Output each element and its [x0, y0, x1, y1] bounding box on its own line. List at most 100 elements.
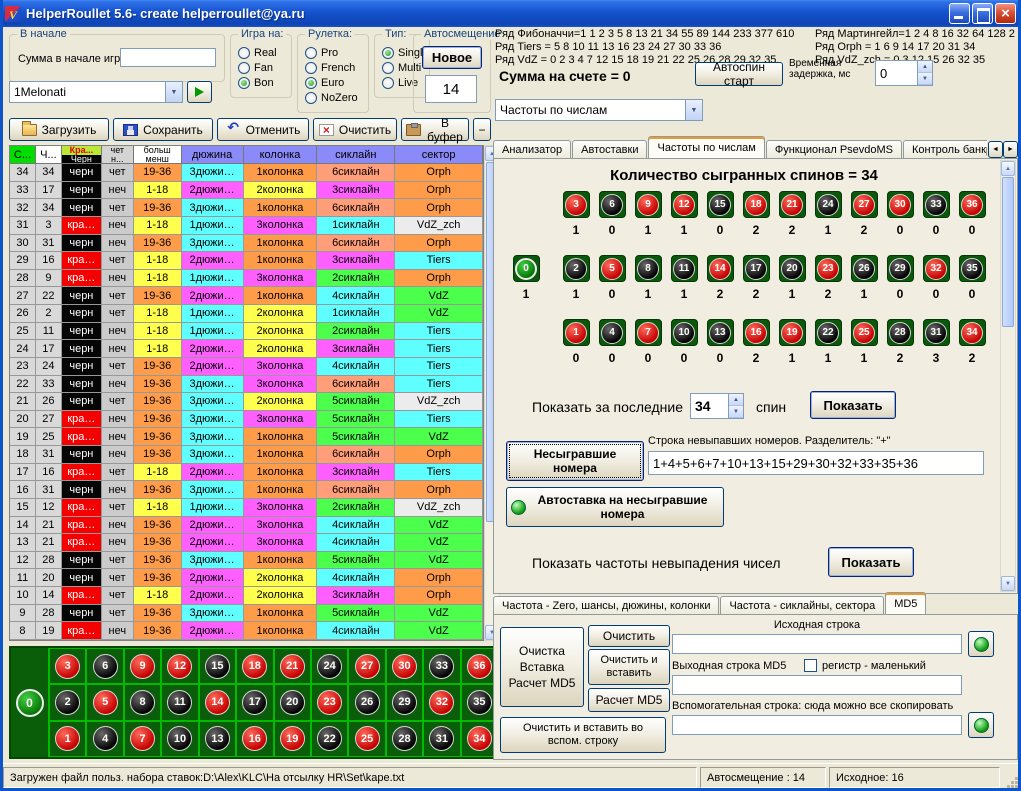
board-number-cell[interactable]: 1	[49, 721, 86, 757]
freq-cell[interactable]: 232	[810, 255, 846, 301]
table-row[interactable]: 1631черннеч19-363дюжи…1колонка6сиклайнOr…	[10, 481, 483, 499]
freq-cell[interactable]: 251	[846, 319, 882, 365]
freq-cell[interactable]: 121	[666, 191, 702, 237]
board-number-cell[interactable]: 30	[386, 648, 423, 684]
radio-nozero[interactable]: NoZero	[305, 90, 358, 105]
maximize-button[interactable]	[972, 3, 993, 24]
autobet-missed-button[interactable]: Автоставка на несыгравшие номера	[506, 487, 724, 527]
freq-cell[interactable]: 31	[558, 191, 594, 237]
show-missing-freq-button[interactable]: Показать	[828, 547, 914, 577]
table-row[interactable]: 2916кра…чет1-182дюжи…1колонка3сиклайнTie…	[10, 252, 483, 270]
chevron-down-icon[interactable]: ▼	[165, 82, 182, 102]
tab-частота-zero-шансы-дюжины-колонки[interactable]: Частота - Zero, шансы, дюжины, колонки	[493, 596, 719, 615]
freq-cell[interactable]: 320	[918, 255, 954, 301]
table-row[interactable]: 3031черннеч19-363дюжи…1колонка6сиклайнOr…	[10, 235, 483, 253]
freq-cell[interactable]: 142	[702, 255, 738, 301]
freq-cell[interactable]: 342	[954, 319, 990, 365]
freq-cell[interactable]: 50	[594, 255, 630, 301]
board-number-cell[interactable]: 28	[386, 721, 423, 757]
new-button[interactable]: Новое	[422, 46, 482, 69]
chevron-down-icon[interactable]: ▼	[685, 100, 702, 120]
tab-контроль-банкрол[interactable]: Контроль банкрол	[903, 140, 987, 159]
tab-автоставки[interactable]: Автоставки	[572, 140, 647, 159]
table-row[interactable]: 3317черннеч1-182дюжи…2колонка3сиклайнOrp…	[10, 182, 483, 200]
board-number-cell[interactable]: 14	[199, 684, 236, 720]
tab-md5[interactable]: MD5	[885, 592, 926, 615]
board-number-cell[interactable]: 17	[236, 684, 273, 720]
tab-scroll-right-button[interactable]: ►	[1003, 141, 1018, 158]
freq-cell[interactable]: 241	[810, 191, 846, 237]
board-number-cell[interactable]: 24	[311, 648, 348, 684]
freq-cell[interactable]: 313	[918, 319, 954, 365]
radio-fan[interactable]: Fan	[238, 60, 277, 75]
freq-cell[interactable]: 282	[882, 319, 918, 365]
tab-анализатор[interactable]: Анализатор	[493, 140, 571, 159]
freq-cell[interactable]: 60	[594, 191, 630, 237]
table-row[interactable]: 2324чернчет19-362дюжи…3колонка4сиклайнTi…	[10, 358, 483, 376]
freq-cell[interactable]: 70	[630, 319, 666, 365]
board-number-cell[interactable]: 15	[199, 648, 236, 684]
spin-down-icon[interactable]: ▼	[729, 406, 743, 418]
freq-cell[interactable]: 172	[738, 255, 774, 301]
table-row[interactable]: 2722чернчет19-362дюжи…1колонка4сиклайнVd…	[10, 287, 483, 305]
table-row[interactable]: 2233черннеч19-363дюжи…3колонка6сиклайнTi…	[10, 376, 483, 394]
scroll-down-icon[interactable]: ▼	[1001, 576, 1015, 591]
table-row[interactable]: 1512кра…чет1-181дюжи…3колонка2сиклайнVdZ…	[10, 499, 483, 517]
board-number-cell[interactable]: 9	[124, 648, 161, 684]
clear-aux-button[interactable]: Очистить и вставить во вспом. строку	[500, 717, 666, 753]
tab-частота-сиклайны-сектора[interactable]: Частота - сиклайны, сектора	[720, 596, 884, 615]
spinner-arrows[interactable]: ▲▼	[917, 61, 932, 85]
board-number-cell[interactable]: 6	[86, 648, 123, 684]
mode-select[interactable]: Частоты по числам ▼	[495, 99, 703, 121]
spin-up-icon[interactable]: ▲	[918, 61, 932, 73]
table-row[interactable]: 262чернчет1-181дюжи…2колонка1сиклайнVdZ	[10, 305, 483, 323]
radio-real[interactable]: Real	[238, 45, 277, 60]
board-number-cell[interactable]: 5	[86, 684, 123, 720]
table-row[interactable]: 1228чернчет19-363дюжи…1колонка5сиклайнVd…	[10, 552, 483, 570]
source-string-input[interactable]	[672, 634, 962, 654]
board-number-cell[interactable]: 10	[161, 721, 198, 757]
freq-cell[interactable]: 290	[882, 255, 918, 301]
board-number-cell[interactable]: 23	[311, 684, 348, 720]
board-number-cell[interactable]: 32	[423, 684, 460, 720]
table-row[interactable]: 289кра…неч1-181дюжи…3колонка2сиклайнOrph	[10, 270, 483, 288]
source-led-button[interactable]	[968, 631, 994, 657]
scroll-up-icon[interactable]: ▲	[1001, 161, 1015, 176]
clear-button[interactable]: Очистить	[588, 625, 670, 647]
table-row[interactable]: 1716кра…чет1-182дюжи…1колонка3сиклайнTie…	[10, 464, 483, 482]
freq-cell[interactable]: 330	[918, 191, 954, 237]
freq-cell[interactable]: 360	[954, 191, 990, 237]
table-row[interactable]: 1120чернчет19-362дюжи…2колонка4сиклайнOr…	[10, 569, 483, 587]
freq-cell[interactable]: 162	[738, 319, 774, 365]
radio-pro[interactable]: Pro	[305, 45, 358, 60]
table-row[interactable]: 1321кра…неч19-362дюжи…3колонка4сиклайнVd…	[10, 534, 483, 552]
freq-cell[interactable]: 111	[666, 255, 702, 301]
frequencies-panel-scrollbar[interactable]: ▲ ▼	[1000, 160, 1016, 592]
freq-cell[interactable]: 191	[774, 319, 810, 365]
table-row[interactable]: 928чернчет19-363дюжи…1колонка5сиклайнVdZ	[10, 605, 483, 623]
board-number-cell[interactable]: 7	[124, 721, 161, 757]
board-number-cell[interactable]: 18	[236, 648, 273, 684]
board-number-cell[interactable]: 20	[274, 684, 311, 720]
freq-cell[interactable]: 300	[882, 191, 918, 237]
calc-md5-button[interactable]: Расчет MD5	[588, 688, 670, 712]
freq-cell[interactable]: 91	[630, 191, 666, 237]
aux-led-button[interactable]	[968, 712, 994, 738]
table-row[interactable]: 2027кра…неч19-363дюжи…3колонка5сиклайнTi…	[10, 411, 483, 429]
missed-numbers-button[interactable]: Несыгравшие номера	[506, 441, 644, 481]
toolbar-button-1[interactable]: Загрузить	[9, 118, 109, 141]
freq-cell[interactable]: 150	[702, 191, 738, 237]
close-button[interactable]	[995, 3, 1016, 24]
tab-scroll-left-button[interactable]: ◄	[988, 141, 1003, 158]
play-button[interactable]	[187, 81, 212, 103]
board-number-cell[interactable]: 22	[311, 721, 348, 757]
clear-paste-button[interactable]: Очистить и вставить	[588, 649, 670, 685]
radio-bon[interactable]: Bon	[238, 75, 277, 90]
board-number-cell[interactable]: 4	[86, 721, 123, 757]
toolbar-button-4[interactable]: Очистить	[313, 118, 397, 141]
table-row[interactable]: 3434чернчет19-363дюжи…1колонка6сиклайнOr…	[10, 164, 483, 182]
freq-cell[interactable]: 350	[954, 255, 990, 301]
titlebar[interactable]: HelperRoullet 5.6- create helperroullet@…	[0, 0, 1021, 27]
board-number-cell[interactable]: 29	[386, 684, 423, 720]
table-row[interactable]: 1421кра…неч19-362дюжи…3колонка4сиклайнVd…	[10, 517, 483, 535]
